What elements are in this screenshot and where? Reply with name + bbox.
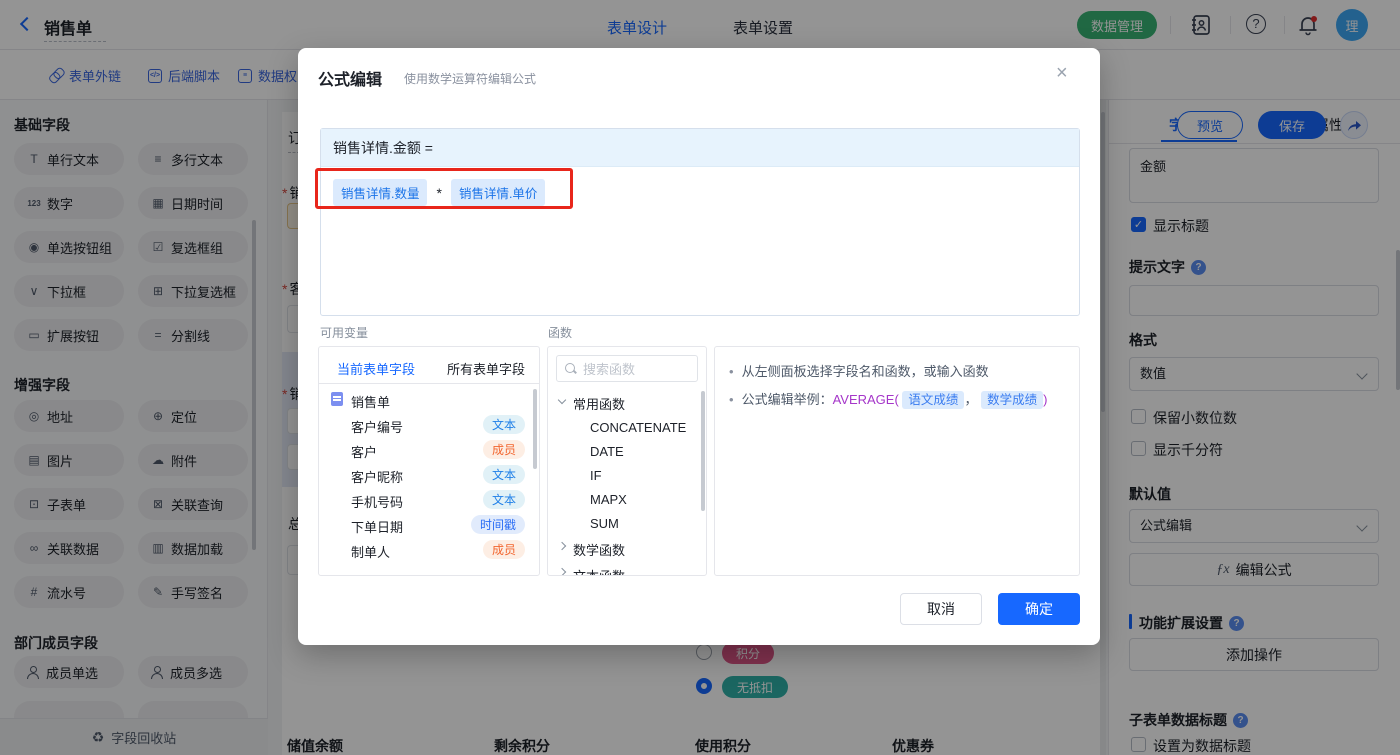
field-type-badge: 成员 [482, 440, 525, 459]
example-chip-2: 数学成绩 [981, 391, 1044, 409]
variables-root[interactable]: 销售单 [331, 392, 390, 411]
formula-chip-price[interactable]: 销售详情.单价 [450, 179, 546, 206]
function-group[interactable]: 常用函数 [573, 394, 625, 413]
formula-hints-panel: • 从左侧面板选择字段名和函数，或输入函数 • 公式编辑举例：AVERAGE( 语文… [714, 346, 1080, 576]
modal-subtitle: 使用数学运算符编辑公式 [404, 72, 537, 86]
variable-item[interactable]: 下单日期 [351, 517, 403, 536]
functions-panel: 搜索函数 常用函数 CONCATENATE DATE IF MAPX SUM 数学函数文本函… [547, 346, 707, 576]
formula-operator: * [436, 184, 442, 201]
hint-line-2: • 公式编辑举例：AVERAGE( 语文成绩， 数学成绩) [729, 391, 1048, 409]
confirm-button[interactable]: 确定 [998, 593, 1080, 625]
hint-line-1: • 从左侧面板选择字段名和函数，或输入函数 [729, 364, 989, 379]
variables-panel: 当前表单字段 所有表单字段 销售单 客户编号 文本 客户 成员 客户昵称 文本 手机号码 文本下… [318, 346, 540, 576]
formula-target: 销售详情.金额 = [321, 129, 1079, 167]
field-type-badge: 文本 [482, 490, 525, 509]
tab-current-form-fields[interactable]: 当前表单字段 [337, 359, 415, 378]
variables-panel-label: 可用变量 [320, 326, 369, 340]
formula-chip-quantity[interactable]: 销售详情.数量 [333, 179, 428, 206]
function-group[interactable]: 文本函数 [573, 566, 625, 575]
formula-expression: 销售详情.数量 * 销售详情.单价 [333, 179, 546, 206]
close-icon[interactable]: × [1056, 62, 1068, 85]
form-designer-app: 销售单 表单设计 表单设置 数据管理 ? 理 表单外链 </> 后端脚本 ≡ 数… [0, 0, 1400, 755]
function-group[interactable]: 数学函数 [573, 540, 625, 559]
field-type-badge: 成员 [482, 540, 525, 559]
field-type-badge: 文本 [482, 415, 525, 434]
functions-panel-label: 函数 [548, 326, 573, 340]
function-item[interactable]: MAPX [590, 492, 627, 507]
field-type-badge: 文本 [482, 465, 525, 484]
chevron-right-icon[interactable] [557, 567, 567, 575]
formula-edit-modal: 公式编辑 使用数学运算符编辑公式 × 销售详情.金额 = 销售详情.数量 * 销… [298, 48, 1100, 645]
variable-item[interactable]: 客户昵称 [351, 467, 403, 486]
cancel-button[interactable]: 取消 [900, 593, 982, 625]
divider [319, 383, 539, 384]
variables-scrollbar[interactable] [533, 389, 537, 469]
function-item[interactable]: IF [590, 468, 602, 483]
function-item[interactable]: SUM [590, 516, 619, 531]
variable-item[interactable]: 客户编号 [351, 417, 403, 436]
function-item[interactable]: DATE [590, 444, 624, 459]
function-item[interactable]: CONCATENATE [590, 420, 686, 435]
variable-item[interactable]: 客户 [351, 442, 377, 461]
chevron-right-icon[interactable] [557, 541, 567, 551]
search-icon [565, 362, 577, 375]
form-doc-icon [331, 392, 343, 406]
chevron-down-icon[interactable] [557, 395, 567, 405]
field-type-badge: 时间戳 [470, 515, 525, 534]
function-search-input[interactable]: 搜索函数 [556, 355, 698, 382]
variable-item[interactable]: 手机号码 [351, 492, 403, 511]
example-function-name: AVERAGE( [832, 392, 899, 407]
tab-all-form-fields[interactable]: 所有表单字段 [447, 359, 525, 378]
functions-scrollbar[interactable] [701, 391, 705, 511]
formula-editor[interactable]: 销售详情.金额 = 销售详情.数量 * 销售详情.单价 [320, 128, 1080, 316]
modal-title: 公式编辑 [318, 72, 383, 89]
variable-item[interactable]: 制单人 [351, 542, 390, 561]
example-chip-1: 语文成绩 [902, 391, 965, 409]
